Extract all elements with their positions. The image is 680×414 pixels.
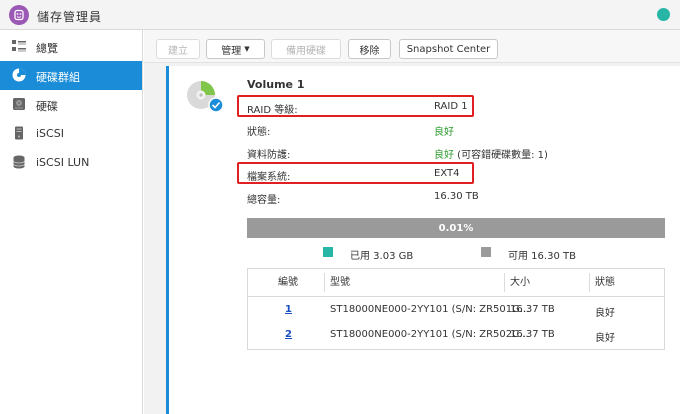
disk-status: 良好 bbox=[595, 333, 615, 344]
sidebar-item-disks[interactable]: 硬碟 bbox=[0, 90, 142, 119]
database-icon bbox=[12, 155, 26, 169]
snapshot-center-button[interactable]: Snapshot Center bbox=[399, 39, 498, 59]
free-legend-label: 可用 16.30 TB bbox=[508, 251, 576, 262]
overview-icon bbox=[12, 39, 26, 53]
file-system-highlight-box bbox=[237, 162, 474, 184]
sidebar-item-overview[interactable]: 總覽 bbox=[0, 32, 142, 61]
column-divider bbox=[589, 273, 590, 292]
total-capacity-label: 總容量: bbox=[247, 195, 281, 206]
column-header-model[interactable]: 型號 bbox=[330, 269, 350, 296]
status-value: 良好 bbox=[434, 127, 454, 138]
column-header-status[interactable]: 狀態 bbox=[595, 269, 615, 296]
disk-model: ST18000NE000-2YY101 (S/N: ZR501G... bbox=[330, 304, 530, 315]
volume-title: Volume 1 bbox=[247, 78, 305, 91]
table-header-divider bbox=[248, 296, 664, 297]
sidebar-item-iscsi[interactable]: iSCSI bbox=[0, 119, 142, 148]
spare-disk-button[interactable]: 備用硬碟 bbox=[271, 39, 341, 59]
status-label: 狀態: bbox=[247, 127, 271, 138]
data-protection-value: 良好 (可容錯硬碟數量: 1) bbox=[434, 146, 548, 161]
disk-id-link[interactable]: 2 bbox=[285, 329, 292, 340]
used-legend-swatch bbox=[323, 247, 333, 257]
usage-percent: 0.01% bbox=[438, 222, 474, 234]
volume-detail-panel bbox=[166, 66, 680, 414]
hard-disk-icon bbox=[12, 97, 26, 111]
create-button[interactable]: 建立 bbox=[156, 39, 200, 59]
free-legend-swatch bbox=[481, 247, 491, 257]
usage-bar: 0.01% bbox=[247, 218, 665, 238]
sidebar-item-disk-group[interactable]: 硬碟群組 bbox=[0, 61, 142, 90]
column-divider bbox=[504, 273, 505, 292]
sidebar-item-label: iSCSI LUN bbox=[36, 156, 90, 169]
column-header-id[interactable]: 編號 bbox=[278, 269, 298, 296]
data-protection-detail: (可容錯硬碟數量: 1) bbox=[454, 150, 548, 161]
used-legend-label: 已用 3.03 GB bbox=[350, 251, 414, 262]
disk-size: 16.37 TB bbox=[510, 304, 555, 315]
column-divider bbox=[324, 273, 325, 292]
window-status-icon[interactable] bbox=[657, 8, 670, 21]
disk-status: 良好 bbox=[595, 308, 615, 319]
disk-size: 16.37 TB bbox=[510, 329, 555, 340]
total-capacity-value: 16.30 TB bbox=[434, 191, 479, 202]
manage-dropdown-button[interactable]: 管理 ▼ bbox=[206, 39, 265, 59]
caret-down-icon: ▼ bbox=[244, 45, 250, 53]
raid-level-highlight-box bbox=[237, 95, 474, 117]
title-bar: 儲存管理員 bbox=[0, 0, 680, 30]
disk-id-link[interactable]: 1 bbox=[285, 304, 292, 315]
manage-label: 管理 bbox=[221, 45, 242, 57]
disk-model: ST18000NE000-2YY101 (S/N: ZR502C... bbox=[330, 329, 529, 340]
storage-manager-app-icon bbox=[9, 5, 29, 25]
data-protection-label: 資料防護: bbox=[247, 150, 291, 161]
sidebar-item-label: 總覽 bbox=[36, 42, 58, 55]
disk-table: 編號 型號 大小 狀態 1 ST18000NE000-2YY101 (S/N: … bbox=[247, 268, 665, 350]
sidebar-item-iscsi-lun[interactable]: iSCSI LUN bbox=[0, 148, 142, 177]
volume-disk-icon bbox=[186, 80, 224, 114]
app-title: 儲存管理員 bbox=[37, 10, 103, 24]
data-protection-status: 良好 bbox=[434, 150, 454, 161]
sidebar-item-label: iSCSI bbox=[36, 127, 64, 140]
sidebar-item-label: 硬碟群組 bbox=[36, 71, 80, 84]
iscsi-server-icon bbox=[12, 126, 26, 140]
column-header-size[interactable]: 大小 bbox=[510, 269, 530, 296]
remove-button[interactable]: 移除 bbox=[348, 39, 391, 59]
toolbar: 建立 管理 ▼ 備用硬碟 移除 Snapshot Center bbox=[144, 30, 680, 63]
sidebar-item-label: 硬碟 bbox=[36, 100, 58, 113]
disk-group-icon bbox=[12, 68, 26, 82]
sidebar: 總覽 硬碟群組 硬碟 iSCSI iSCSI LUN bbox=[0, 30, 143, 414]
